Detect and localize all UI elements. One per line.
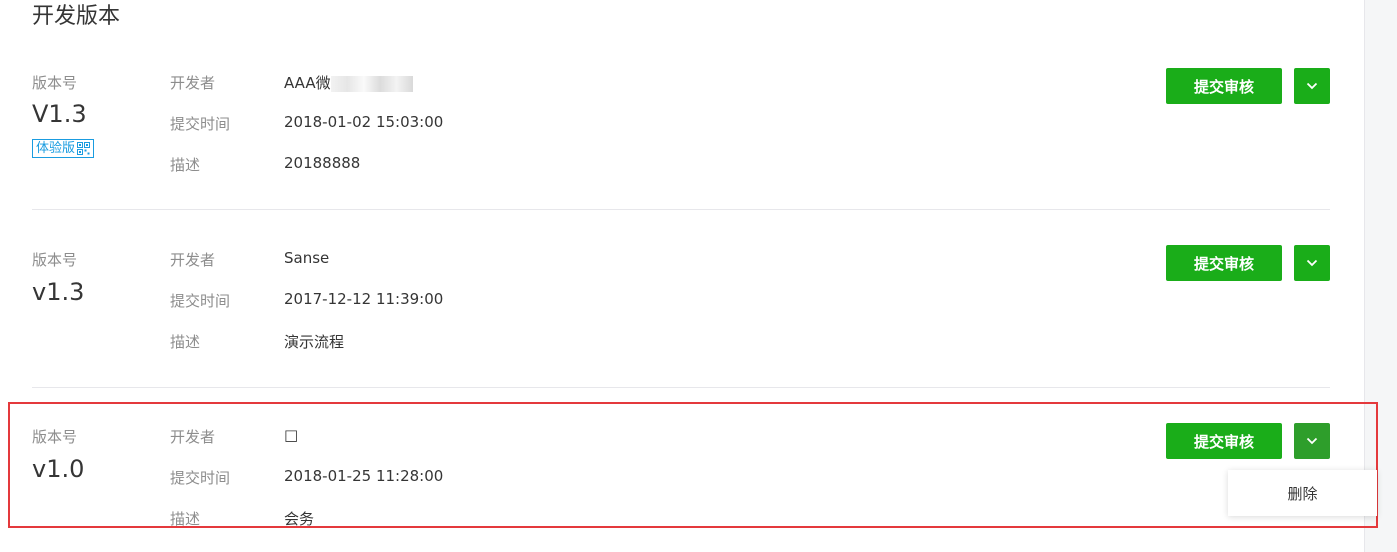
- submit-time-label: 提交时间: [170, 292, 231, 310]
- more-options-dropdown: 删除: [1228, 470, 1377, 516]
- page: 开发版本 版本号 V1.3 体验版 开发者 AAA微 提交时间 2018-01-…: [0, 0, 1397, 552]
- description-label: 描述: [170, 333, 201, 351]
- description-label: 描述: [170, 156, 201, 174]
- chevron-down-icon: [1306, 259, 1318, 267]
- submit-review-button[interactable]: 提交审核: [1166, 245, 1282, 281]
- chevron-down-icon: [1306, 82, 1318, 90]
- submit-time-value: 2017-12-12 11:39:00: [284, 290, 444, 308]
- section-title: 开发版本: [32, 4, 121, 29]
- developer-label: 开发者: [170, 74, 216, 92]
- developer-label: 开发者: [170, 251, 216, 269]
- qrcode-icon: [77, 142, 91, 155]
- developer-value: AAA微: [284, 72, 413, 93]
- more-options-button[interactable]: [1294, 68, 1330, 104]
- version-label: 版本号: [32, 251, 78, 269]
- more-options-button[interactable]: [1294, 245, 1330, 281]
- experience-tag[interactable]: 体验版: [32, 139, 95, 158]
- version-number: V1.3: [32, 100, 87, 128]
- submit-time-value: 2018-01-02 15:03:00: [284, 113, 444, 131]
- submit-review-button[interactable]: 提交审核: [1166, 68, 1282, 104]
- version-label: 版本号: [32, 74, 78, 92]
- submit-time-label: 提交时间: [170, 115, 231, 133]
- delete-menu-item[interactable]: 删除: [1287, 483, 1317, 504]
- version-number: v1.3: [32, 278, 85, 306]
- description-value: 演示流程: [284, 333, 345, 351]
- description-value: 20188888: [284, 154, 361, 172]
- developer-value: Sanse: [284, 249, 330, 267]
- divider: [32, 387, 1330, 388]
- divider: [32, 209, 1330, 210]
- highlight-box: [8, 402, 1378, 528]
- experience-tag-label: 体验版: [36, 141, 76, 156]
- redacted-text: [330, 75, 413, 92]
